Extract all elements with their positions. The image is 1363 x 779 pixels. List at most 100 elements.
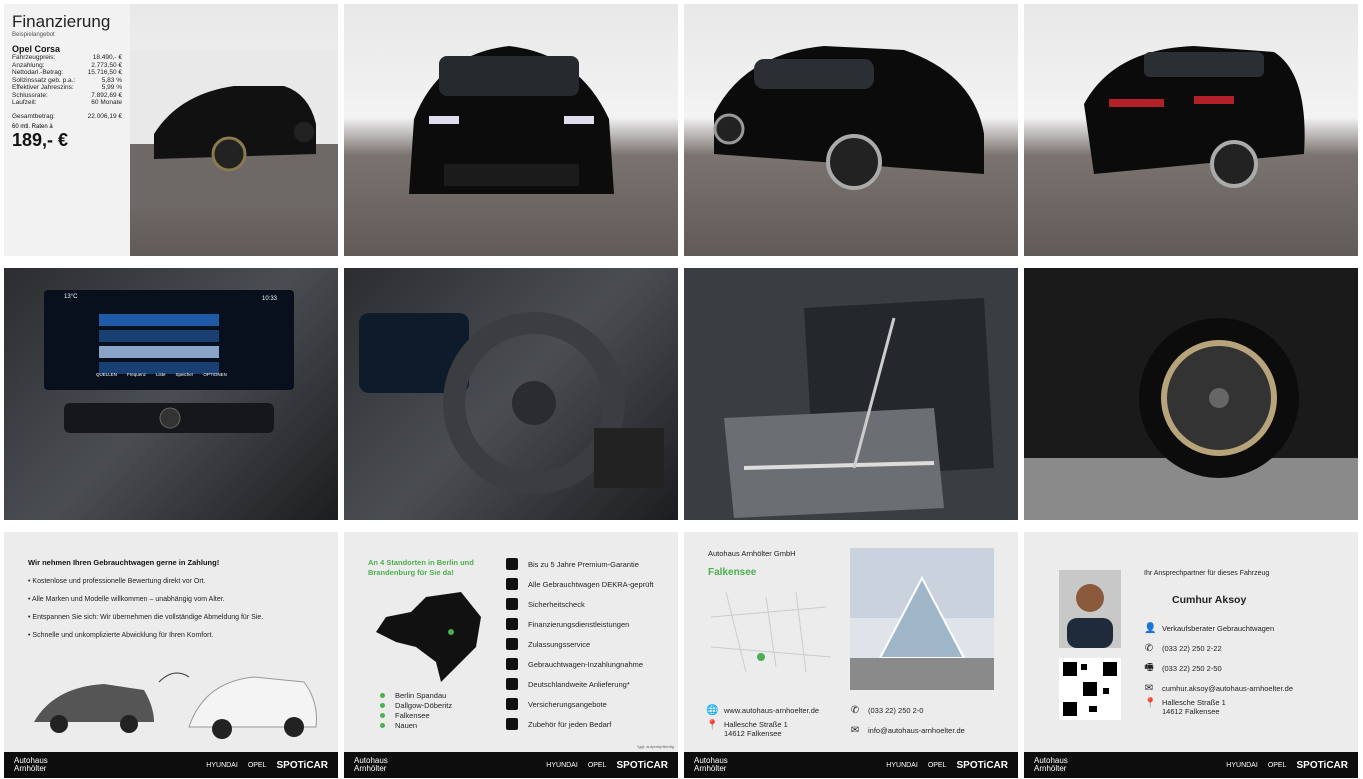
dealer-contact-right: ✆ (033 22) 250 2-0 ✉ info@autohaus-arnhoel… bbox=[850, 700, 965, 740]
finance-row: Anzahlung: 2.773,50 € bbox=[12, 61, 122, 69]
street-map-icon bbox=[710, 591, 832, 673]
hyundai-logo: HYUNDAI bbox=[546, 761, 578, 769]
phone-row[interactable]: ✆ (033 22) 250 2-0 bbox=[850, 700, 965, 720]
car-photo-front[interactable] bbox=[344, 4, 678, 256]
contact-email-row[interactable]: ✉ cumhur.aksoy@autohaus-arnhoelter.de bbox=[1144, 678, 1293, 698]
service-icon bbox=[506, 678, 518, 690]
car-photo-rear[interactable] bbox=[1024, 4, 1358, 256]
footer-logos: HYUNDAI OPEL SPOTiCAR bbox=[206, 760, 328, 771]
contact-fax: (033 22) 250 2-50 bbox=[1162, 663, 1222, 673]
spoticar-logo: SPOTiCAR bbox=[956, 759, 1009, 771]
footer-brand: Autohaus Arnhölter bbox=[694, 756, 728, 773]
dealer-website: www.autohaus-arnhoelter.de bbox=[724, 705, 820, 715]
dealer-tile[interactable]: Autohaus Arnhölter GmbH Falkensee 🌐 www.a… bbox=[684, 532, 1018, 778]
steering-wheel-illustration bbox=[359, 312, 664, 494]
footer-logos: HYUNDAI OPEL SPOTiCAR bbox=[1226, 760, 1348, 771]
footer-logos: HYUNDAI OPEL SPOTiCAR bbox=[886, 760, 1008, 771]
finance-total-label: Gesamtbetrag: bbox=[12, 112, 55, 120]
contact-phone-row[interactable]: ✆ (033 22) 250 2-22 bbox=[1144, 638, 1293, 658]
role-row: 👤 Verkaufsberater Gebrauchtwagen bbox=[1144, 618, 1293, 638]
service-item: Alle Gebrauchtwagen DEKRA-geprüft bbox=[506, 574, 653, 594]
tradein-bullet: • Schnelle und unkomplizierte Abwicklung… bbox=[28, 632, 214, 639]
region-map-icon bbox=[376, 592, 481, 682]
infotainment-screen bbox=[44, 290, 294, 433]
location-dot-icon bbox=[380, 702, 385, 708]
location-item: Falkensee bbox=[380, 710, 452, 720]
finance-offer-tile[interactable]: Finanzierung Beispielangebot Opel Corsa … bbox=[4, 4, 338, 256]
infotainment-menu: QUELLEN Frequenz Liste Speicher OPTIONEN bbox=[96, 372, 227, 377]
tile-footer: Autohaus Arnhölter HYUNDAI OPEL SPOTiCAR bbox=[1024, 752, 1358, 778]
photo-wheel[interactable] bbox=[1024, 268, 1358, 520]
finance-rate-value: 189,- € bbox=[12, 130, 69, 150]
contact-tile[interactable]: Ihr Ansprechpartner für dieses Fahrzeug … bbox=[1024, 532, 1358, 778]
services-list: Bis zu 5 Jahre Premium-Garantie Alle Gebr… bbox=[506, 554, 653, 734]
location-dot-icon bbox=[380, 692, 385, 698]
dealer-name: Autohaus Arnhölter GmbH bbox=[708, 549, 796, 558]
tradein-bullet: • Entspannen Sie sich: Wir übernehmen di… bbox=[28, 614, 264, 621]
finance-rows: Fahrzeugpreis: 18.490,- € Anzahlung: 2.773,… bbox=[12, 54, 122, 107]
locations-tile[interactable]: An 4 Standorten in Berlin und Brandenbur… bbox=[344, 532, 678, 778]
tradein-bullets: • Kostenlose und professionelle Bewertun… bbox=[28, 578, 318, 639]
location-pin-icon: 📍 bbox=[706, 720, 719, 731]
spoticar-logo: SPOTiCAR bbox=[276, 759, 329, 771]
service-item: Bis zu 5 Jahre Premium-Garantie bbox=[506, 554, 653, 574]
infotainment-menu-item: OPTIONEN bbox=[203, 372, 227, 377]
finance-row: Laufzeit: 60 Monate bbox=[12, 99, 122, 106]
hyundai-logo: HYUNDAI bbox=[1226, 761, 1258, 769]
hyundai-logo: HYUNDAI bbox=[886, 761, 918, 769]
finance-row: Sollzinssatz geb. p.a.: 5,83 % bbox=[12, 76, 122, 84]
tradein-heading: Wir nehmen Ihren Gebrauchtwagen gerne in… bbox=[28, 558, 220, 567]
opel-logo: OPEL bbox=[247, 761, 267, 769]
car-illustration-side bbox=[713, 46, 984, 190]
service-icon bbox=[506, 558, 518, 570]
infotainment-temp: 13°C bbox=[64, 294, 78, 300]
finance-row: Fahrzeugpreis: 18.490,- € bbox=[12, 54, 122, 61]
finance-row: Nettodarl.-Betrag: 15.716,50 € bbox=[12, 69, 122, 76]
email-row[interactable]: ✉ info@autohaus-arnhoelter.de bbox=[850, 720, 965, 740]
service-icon bbox=[506, 618, 518, 630]
service-icon bbox=[506, 718, 518, 730]
dealer-city: Falkensee bbox=[708, 567, 757, 578]
service-item: Deutschlandweite Anlieferung* bbox=[506, 674, 653, 694]
contact-details: 👤 Verkaufsberater Gebrauchtwagen ✆ (033 22… bbox=[1144, 618, 1293, 724]
finance-row: Schlussrate: 7.892,69 € bbox=[12, 91, 122, 99]
wheel-illustration bbox=[1024, 268, 1358, 520]
car-photo-front-right[interactable] bbox=[684, 4, 1018, 256]
tile-footer: Autohaus Arnhölter HYUNDAI OPEL SPOTiCAR bbox=[4, 752, 338, 778]
phone-icon: ✆ bbox=[1144, 642, 1154, 654]
infotainment-menu-item: Speicher bbox=[175, 372, 194, 377]
location-pin-icon: 📍 bbox=[1144, 698, 1157, 709]
location-item: Dallgow-Döberitz bbox=[380, 700, 452, 710]
infotainment-menu-item: Frequenz bbox=[127, 372, 147, 377]
infotainment-time: 10:33 bbox=[262, 296, 278, 302]
service-item: Finanzierungsdienstleistungen bbox=[506, 614, 653, 634]
service-icon bbox=[506, 698, 518, 710]
service-icon bbox=[506, 638, 518, 650]
service-icon bbox=[506, 578, 518, 590]
contact-fax-row: 🖷 (033 22) 250 2-50 bbox=[1144, 658, 1293, 678]
services-footnote: *ggf. aufpreispflichtig bbox=[636, 744, 674, 749]
hyundai-logo: HYUNDAI bbox=[206, 761, 238, 769]
globe-icon: 🌐 bbox=[706, 704, 719, 716]
finance-total-value: 22.006,19 € bbox=[87, 112, 122, 120]
photo-cockpit[interactable] bbox=[344, 268, 678, 520]
tradein-text: Wir nehmen Ihren Gebrauchtwagen gerne in… bbox=[28, 558, 318, 650]
finance-subtitle: Beispielangebot bbox=[12, 32, 55, 38]
photo-infotainment[interactable]: 13°C 10:33 QUELLEN Frequenz Liste Speicher O… bbox=[4, 268, 338, 520]
website-row[interactable]: 🌐 www.autohaus-arnhoelter.de bbox=[706, 700, 819, 720]
tradein-tile[interactable]: Wir nehmen Ihren Gebrauchtwagen gerne in… bbox=[4, 532, 338, 778]
mail-icon: ✉ bbox=[850, 724, 860, 736]
finance-panel: Finanzierung Beispielangebot Opel Corsa … bbox=[4, 4, 130, 256]
rear-seats-illustration bbox=[684, 268, 1018, 520]
location-item: Berlin Spandau bbox=[380, 690, 452, 700]
tradein-bullet: • Kostenlose und professionelle Bewertun… bbox=[28, 578, 206, 585]
qr-code[interactable] bbox=[1059, 658, 1121, 720]
service-item: Sicherheitscheck bbox=[506, 594, 653, 614]
photo-rear-seats[interactable] bbox=[684, 268, 1018, 520]
service-item: Zulassungsservice bbox=[506, 634, 653, 654]
person-icon: 👤 bbox=[1144, 622, 1157, 634]
locations-list: Berlin Spandau Dallgow-Döberitz Falkensee N… bbox=[380, 690, 452, 730]
tile-footer: Autohaus Arnhölter HYUNDAI OPEL SPOTiCAR bbox=[684, 752, 1018, 778]
dealership-photo bbox=[850, 548, 994, 690]
infotainment-menu-item: Liste bbox=[156, 372, 166, 377]
